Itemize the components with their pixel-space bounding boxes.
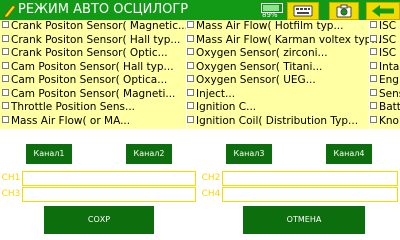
checkbox[interactable]	[370, 61, 377, 69]
sensor-list: Crank Positon Sensor( Magnetic... Crank …	[0, 20, 400, 129]
checkbox[interactable]	[370, 34, 377, 42]
checkbox[interactable]	[187, 48, 194, 55]
channel-2-label: CH2	[201, 173, 221, 183]
checkbox[interactable]	[187, 115, 194, 123]
channel-1-field[interactable]	[22, 171, 196, 186]
checkbox[interactable]	[370, 102, 377, 109]
list-item[interactable]: Oxygen Sensor( zirconi...	[187, 47, 381, 61]
list-item[interactable]: Crank Positon Sensor( Optic...	[2, 47, 188, 61]
checkbox[interactable]	[2, 21, 9, 28]
list-item[interactable]: Ignition Coil( Distribution Typ...	[187, 115, 381, 129]
page-title: РЕЖИМ АВТО ОСЦИЛОГР	[18, 2, 189, 17]
channel-4-field[interactable]	[222, 187, 398, 202]
checkbox[interactable]	[370, 115, 377, 123]
list-item[interactable]: Oxygen Sensor( Titani...	[187, 61, 381, 75]
channel-2-row: CH2	[200, 170, 400, 186]
channel-4-row: CH4	[200, 186, 400, 202]
list-item[interactable]: Ignition C...	[187, 101, 381, 115]
checkbox[interactable]	[370, 88, 377, 96]
checkbox[interactable]	[2, 34, 9, 42]
battery-percent: 89%	[262, 11, 278, 19]
channel-3-row: CH3	[0, 186, 198, 202]
list-item[interactable]: Kno	[370, 115, 400, 129]
channel-3-field[interactable]	[22, 187, 196, 202]
back-button[interactable]	[366, 2, 400, 20]
save-button[interactable]: СОХР	[44, 206, 154, 234]
list-item[interactable]: Cam Positon Sensor( Hall typ...	[2, 61, 188, 75]
list-item[interactable]: ISC	[370, 47, 400, 61]
channel-1-label: CH1	[1, 173, 21, 183]
list-item[interactable]: Crank Positon Sensor( Hall typ...	[2, 34, 188, 48]
list-item[interactable]: Inject...	[187, 88, 381, 102]
channel-2-field[interactable]	[222, 171, 398, 186]
title-bar: РЕЖИМ АВТО ОСЦИЛОГР 89%	[0, 0, 400, 20]
checkbox[interactable]	[187, 88, 194, 96]
checkbox[interactable]	[2, 61, 9, 69]
checkbox[interactable]	[187, 102, 194, 109]
list-item[interactable]: Sens	[370, 88, 400, 102]
channel-1-button[interactable]: Канал1	[26, 144, 72, 164]
checkbox[interactable]	[2, 75, 9, 82]
checkbox[interactable]	[370, 48, 377, 55]
camera-icon	[336, 4, 352, 18]
back-arrow-icon	[372, 5, 394, 17]
channel-4-button[interactable]: Канал4	[326, 144, 372, 164]
sensor-column-2: Mass Air Flow( Hotfilm typ... Mass Air F…	[187, 20, 381, 128]
list-item[interactable]: Mass Air Flow( Karman voltex typ...	[187, 34, 381, 48]
checkbox[interactable]	[2, 115, 9, 123]
list-item[interactable]: ISC	[370, 20, 400, 34]
channel-4-label: CH4	[201, 189, 221, 199]
channel-3-button[interactable]: Канал3	[226, 144, 272, 164]
list-item[interactable]: Crank Positon Sensor( Magnetic...	[2, 20, 188, 34]
sensor-column-1: Crank Positon Sensor( Magnetic... Crank …	[2, 20, 188, 128]
camera-button[interactable]	[329, 2, 359, 20]
checkbox[interactable]	[187, 21, 194, 28]
channel-3-label: CH3	[1, 189, 21, 199]
list-item[interactable]: Batt	[370, 101, 400, 115]
cancel-button[interactable]: ОТМЕНА	[243, 206, 365, 234]
pen-icon	[3, 4, 17, 18]
checkbox[interactable]	[187, 61, 194, 69]
list-item[interactable]: ISC	[370, 34, 400, 48]
list-item[interactable]: Cam Positon Sensor( Optica...	[2, 74, 188, 88]
channel-2-button[interactable]: Канал2	[126, 144, 172, 164]
sensor-column-3: ISC ISC ISC Inta Eng Sens Batt Kno	[370, 20, 400, 128]
list-item[interactable]: Mass Air Flow( Hotfilm typ...	[187, 20, 381, 34]
channel-1-row: CH1	[0, 170, 198, 186]
checkbox[interactable]	[187, 34, 194, 42]
list-item[interactable]: Inta	[370, 61, 400, 75]
list-item[interactable]: Oxygen Sensor( UEG...	[187, 74, 381, 88]
checkbox[interactable]	[2, 88, 9, 96]
keyboard-icon	[293, 5, 313, 17]
checkbox[interactable]	[370, 21, 377, 28]
checkbox[interactable]	[187, 75, 194, 82]
list-item[interactable]: Mass Air Flow( or MA...	[2, 115, 188, 129]
list-item[interactable]: Throttle Position Sens...	[2, 101, 188, 115]
list-item[interactable]: Cam Positon Sensor( Magneti...	[2, 88, 188, 102]
list-item[interactable]: Eng	[370, 74, 400, 88]
checkbox[interactable]	[2, 102, 9, 109]
checkbox[interactable]	[2, 48, 9, 55]
checkbox[interactable]	[370, 75, 377, 82]
keyboard-button[interactable]	[287, 2, 319, 20]
